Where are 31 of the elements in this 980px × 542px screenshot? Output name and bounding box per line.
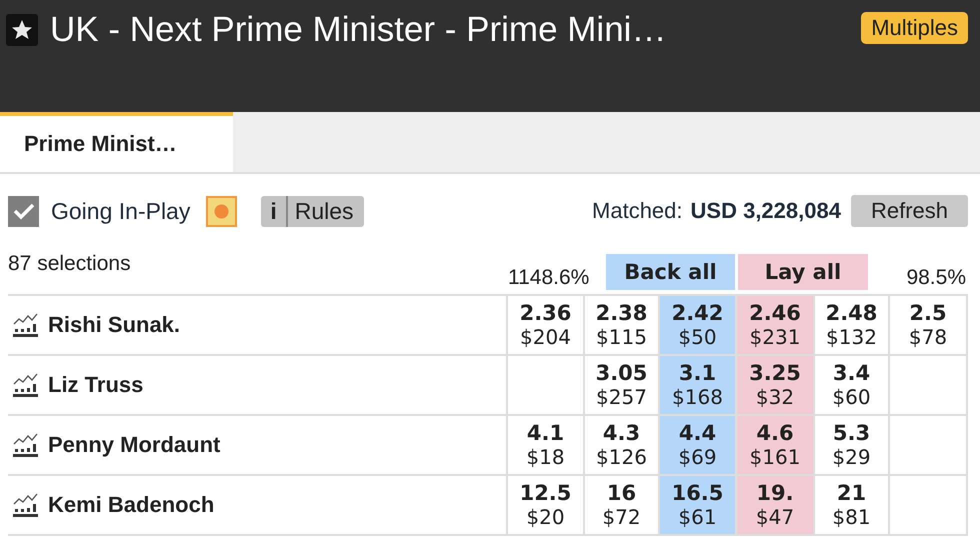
- market-tab[interactable]: Prime Minist…: [0, 112, 233, 172]
- matched-amount: USD 3,228,084: [690, 198, 841, 224]
- price-button[interactable]: 3.25 $32: [737, 356, 815, 414]
- chart-icon[interactable]: [12, 492, 39, 518]
- selections-count: 87 selections: [8, 252, 132, 276]
- price-button[interactable]: 4.6 $161: [737, 416, 815, 474]
- in-play-indicator-icon: [206, 196, 238, 226]
- price-button[interactable]: 16.5 $61: [660, 476, 737, 534]
- price-button[interactable]: 3.1 $168: [660, 356, 737, 414]
- multiples-button[interactable]: Multiples: [861, 12, 968, 44]
- price-button[interactable]: 4.4 $69: [660, 416, 737, 474]
- matched-label: Matched:: [592, 198, 683, 224]
- price-button[interactable]: 2.46 $231: [737, 296, 815, 354]
- back-all-button[interactable]: Back all: [606, 254, 735, 290]
- checkmark-icon: [12, 202, 34, 220]
- chart-icon[interactable]: [12, 372, 39, 398]
- runner-name: Penny Mordaunt: [48, 432, 220, 458]
- rules-button[interactable]: i Rules: [261, 196, 364, 226]
- going-in-play-label: Going In-Play: [51, 198, 190, 224]
- runner-name: Rishi Sunak.: [48, 312, 180, 338]
- price-button[interactable]: 2.42 $50: [660, 296, 737, 354]
- going-in-play-checkbox[interactable]: [8, 196, 39, 226]
- market-title: UK - Next Prime Minister - Prime Mini…: [50, 10, 668, 50]
- lay-overround: 98.5%: [905, 266, 967, 290]
- runner-name: Liz Truss: [48, 372, 144, 398]
- refresh-button[interactable]: Refresh: [850, 195, 968, 227]
- chart-icon[interactable]: [12, 432, 39, 458]
- chart-icon[interactable]: [12, 312, 39, 338]
- lay-all-button[interactable]: Lay all: [738, 254, 868, 290]
- runner-name: Kemi Badenoch: [48, 492, 214, 518]
- price-button[interactable]: 19. $47: [737, 476, 815, 534]
